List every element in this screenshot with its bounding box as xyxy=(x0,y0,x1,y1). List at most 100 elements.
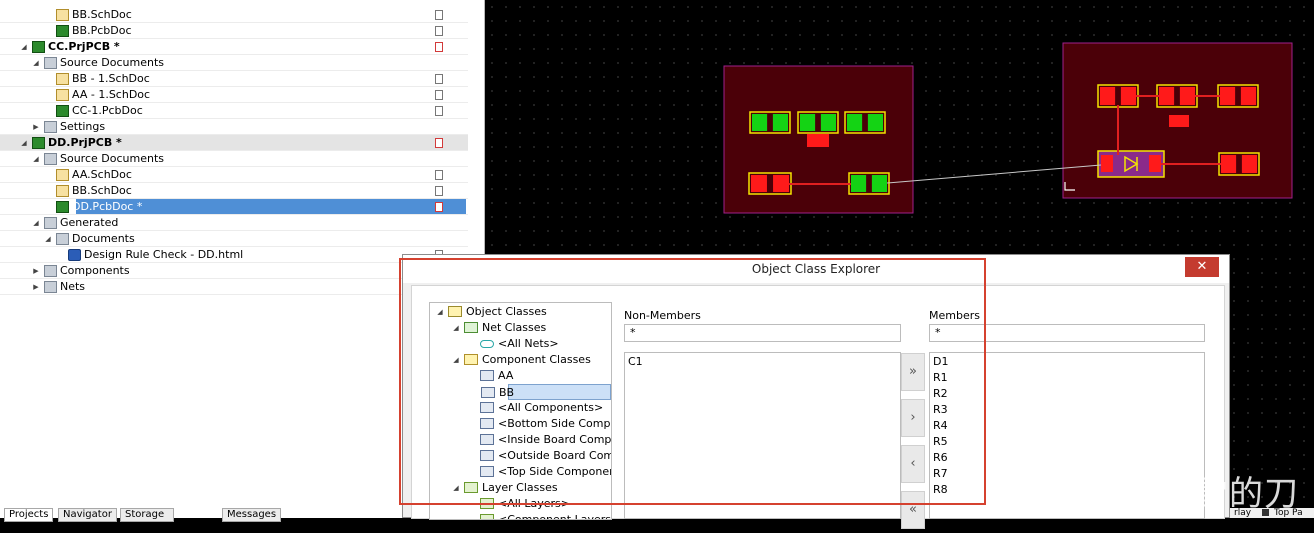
project-tree-item-label: CC-1.PcbDoc xyxy=(72,104,143,117)
class-tree[interactable]: ◢ Object Classes ◢ Net Classes <All Nets> ◢ Co… xyxy=(429,302,612,520)
component-c1-pad-2 xyxy=(773,175,789,192)
class-tree-item[interactable]: ◢ Object Classes xyxy=(430,304,611,320)
close-button[interactable]: ✕ xyxy=(1185,257,1219,277)
class-tree-item-label: AA xyxy=(498,369,514,382)
project-tree-item[interactable]: ▶ Nets xyxy=(0,279,468,295)
component-c1-pad-1 xyxy=(751,175,767,192)
component-r5-pad-1 xyxy=(752,114,768,131)
project-tree-item[interactable]: DD.PcbDoc * xyxy=(56,199,466,215)
non-members-filter-input[interactable]: * xyxy=(624,324,901,342)
panel-tab-storage-manager[interactable]: Storage Manager xyxy=(120,508,174,532)
class-tree-item[interactable]: ◢ Component Classes xyxy=(430,352,611,368)
project-tree-item-label: Documents xyxy=(72,232,135,245)
class-tree-item[interactable]: ◢ Layer Classes xyxy=(430,480,611,496)
project-tree-item[interactable]: ▶ Components xyxy=(0,263,468,279)
project-tree-item[interactable]: ◢ Documents xyxy=(0,231,468,247)
collapse-arrow-icon[interactable]: ◢ xyxy=(452,356,460,364)
project-tree-item[interactable]: ▶ Settings xyxy=(0,119,468,135)
panel-tab-projects[interactable]: Projects xyxy=(4,508,54,522)
project-tree-item-label: Settings xyxy=(60,120,106,133)
project-tree-item-label: Design Rule Check - DD.html xyxy=(84,248,244,261)
list-item[interactable]: R3 xyxy=(933,402,948,418)
saved-doc-icon xyxy=(435,10,443,20)
class-tree-item[interactable]: <Bottom Side Compor xyxy=(430,416,611,432)
class-tree-item-label: <All Nets> xyxy=(498,337,559,350)
list-item[interactable]: R2 xyxy=(933,386,948,402)
component-r4-pad-2 xyxy=(1241,155,1257,173)
collapse-arrow-icon[interactable]: ◢ xyxy=(436,308,444,316)
project-tree-item-label: AA.SchDoc xyxy=(72,168,132,181)
project-tree-item[interactable]: BB.SchDoc xyxy=(0,7,468,23)
class-tree-item[interactable]: AA xyxy=(430,368,611,384)
project-tree-item-label: DD.PrjPCB * xyxy=(48,136,122,149)
project-tree-item[interactable]: CC-1.PcbDoc xyxy=(0,103,468,119)
class-tree-item[interactable]: <All Layers> xyxy=(430,496,611,512)
layer-class-icon xyxy=(480,498,494,509)
panel-tab-navigator[interactable]: Navigator xyxy=(58,508,117,522)
class-tree-item[interactable]: <All Nets> xyxy=(430,336,611,352)
project-tree-item[interactable]: BB - 1.SchDoc xyxy=(0,71,468,87)
non-members-list[interactable]: C1 xyxy=(624,352,901,519)
component-r2-pad-1 xyxy=(1159,87,1175,105)
collapse-arrow-icon[interactable]: ◢ xyxy=(32,59,40,67)
move-all-right-button[interactable]: » xyxy=(901,353,925,391)
list-item[interactable]: D1 xyxy=(933,354,948,370)
component-class-icon xyxy=(480,370,494,381)
expand-arrow-icon[interactable]: ▶ xyxy=(32,123,40,131)
layer-tab-top-paste[interactable]: Top Pa xyxy=(1274,508,1303,518)
collapse-arrow-icon[interactable]: ◢ xyxy=(20,43,28,51)
component-class-icon xyxy=(480,466,494,477)
collapse-arrow-icon[interactable]: ◢ xyxy=(44,235,52,243)
move-left-button[interactable]: ‹ xyxy=(901,445,925,483)
class-tree-item[interactable]: <All Components> xyxy=(430,400,611,416)
project-tree-item[interactable]: Design Rule Check - DD.html xyxy=(0,247,468,263)
project-tree-item[interactable]: ◢ Source Documents xyxy=(0,55,468,71)
collapse-arrow-icon[interactable]: ◢ xyxy=(32,155,40,163)
class-tree-item-label: Net Classes xyxy=(482,321,547,334)
layer-tab-overlay[interactable]: rlay xyxy=(1234,508,1251,518)
list-item[interactable]: R4 xyxy=(933,418,948,434)
list-item[interactable]: R6 xyxy=(933,450,948,466)
layer-class-icon xyxy=(464,482,478,493)
expand-arrow-icon[interactable]: ▶ xyxy=(32,283,40,291)
list-item[interactable]: R8 xyxy=(933,482,948,498)
list-item[interactable]: R1 xyxy=(933,370,948,386)
project-tree-item[interactable]: ◢ CC.PrjPCB * xyxy=(0,39,468,55)
list-item[interactable]: R7 xyxy=(933,466,948,482)
collapse-arrow-icon[interactable]: ◢ xyxy=(32,219,40,227)
layer-tabs-strip: rlay Top Pa xyxy=(1230,508,1314,518)
class-tree-item[interactable]: BB xyxy=(481,384,611,400)
collapse-arrow-icon[interactable]: ◢ xyxy=(452,484,460,492)
class-tree-item-label: <Bottom Side Compor xyxy=(498,417,612,430)
list-item[interactable]: R5 xyxy=(933,434,948,450)
members-heading: Members xyxy=(929,309,980,322)
layer-class-icon xyxy=(480,514,494,519)
collapse-arrow-icon[interactable]: ◢ xyxy=(452,324,460,332)
project-tree-item[interactable]: BB.PcbDoc xyxy=(0,23,468,39)
move-all-left-button[interactable]: « xyxy=(901,491,925,529)
component-r3-pad-2 xyxy=(1240,87,1256,105)
project-tree-item-label: Source Documents xyxy=(60,152,164,165)
project-tree-item[interactable]: AA - 1.SchDoc xyxy=(0,87,468,103)
class-tree-item[interactable]: ◢ Net Classes xyxy=(430,320,611,336)
room-aa-label-bg xyxy=(807,134,829,147)
move-right-button[interactable]: › xyxy=(901,399,925,437)
expand-arrow-icon[interactable]: ▶ xyxy=(32,267,40,275)
project-tree-item[interactable]: ◢ Source Documents xyxy=(0,151,468,167)
collapse-arrow-icon[interactable]: ◢ xyxy=(20,139,28,147)
pcb-doc-icon xyxy=(56,25,69,37)
panel-tab-messages[interactable]: Messages xyxy=(222,508,282,522)
class-tree-item[interactable]: <Inside Board Compo xyxy=(430,432,611,448)
project-tree-item-label: BB.SchDoc xyxy=(72,184,132,197)
class-tree-item[interactable]: <Outside Board Comp xyxy=(430,448,611,464)
project-tree-item[interactable]: ◢ DD.PrjPCB * xyxy=(0,135,468,151)
list-item[interactable]: C1 xyxy=(628,354,643,370)
class-tree-item[interactable]: <Component Layers> xyxy=(430,512,611,519)
project-tree-item[interactable]: ◢ Generated xyxy=(0,215,468,231)
project-tree-item[interactable]: AA.SchDoc xyxy=(0,167,468,183)
modified-doc-icon xyxy=(435,138,443,148)
project-tree-item[interactable]: BB.SchDoc xyxy=(0,183,468,199)
members-filter-input[interactable]: * xyxy=(929,324,1205,342)
component-r6-pad-2 xyxy=(820,114,836,131)
class-tree-item[interactable]: <Top Side Componen xyxy=(430,464,611,480)
